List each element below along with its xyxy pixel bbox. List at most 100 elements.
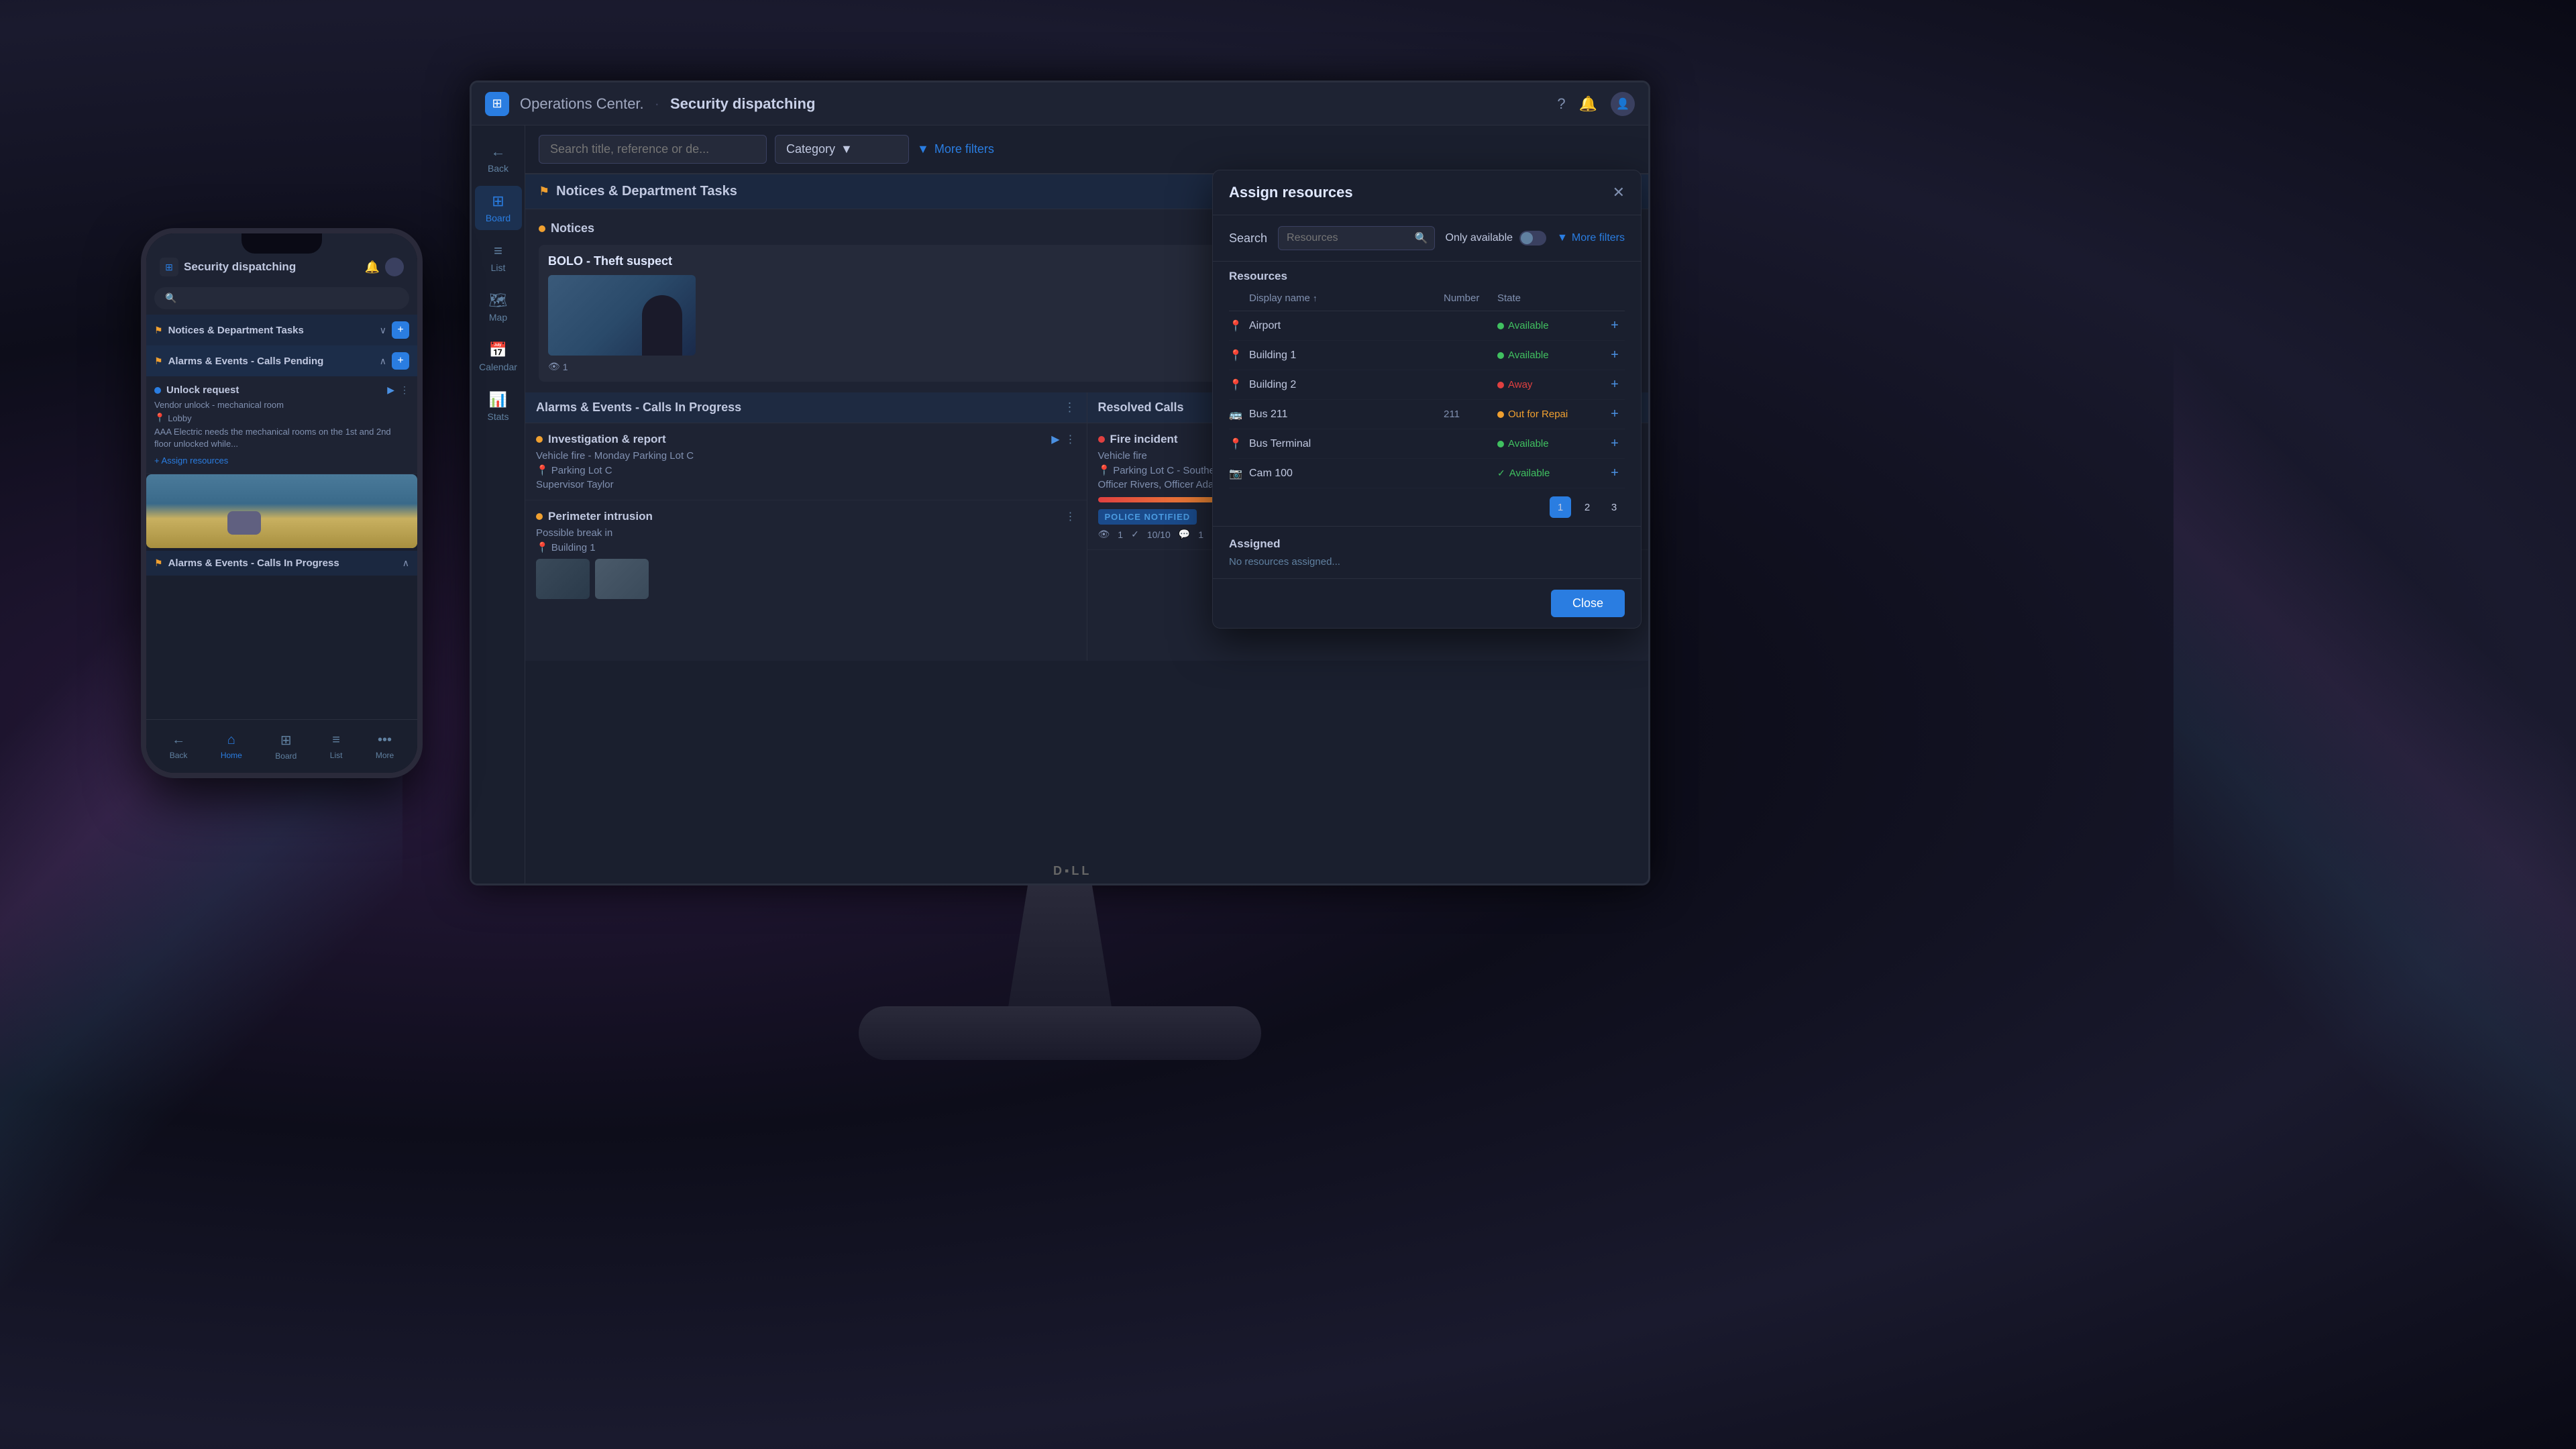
task-kebab[interactable]: ⋮ xyxy=(1065,433,1076,446)
resources-table-header: Display name ↑ Number State xyxy=(1229,286,1625,311)
calendar-icon: 📅 xyxy=(489,341,507,359)
stats-icon: 📊 xyxy=(489,391,507,409)
page-btn-1[interactable]: 1 xyxy=(1550,496,1571,518)
column-header-in-progress: Alarms & Events - Calls In Progress ⋮ xyxy=(525,392,1087,423)
task-card-investigation: Investigation & report ▶ ⋮ Vehicle fire … xyxy=(525,423,1087,500)
resource-add-cam100[interactable]: + xyxy=(1605,466,1625,481)
resource-add-busterminal[interactable]: + xyxy=(1605,436,1625,451)
notices-section-icon: ⚑ xyxy=(539,184,549,199)
back-icon: ← xyxy=(491,143,506,160)
phone-nav-list[interactable]: ≡ List xyxy=(322,727,351,765)
search-input[interactable] xyxy=(539,135,767,164)
lobby-chair xyxy=(227,511,261,535)
search-icon: 🔍 xyxy=(1415,231,1428,245)
assign-search-label: Search xyxy=(1229,231,1267,246)
phone-section-in-progress[interactable]: ⚑ Alarms & Events - Calls In Progress ∧ xyxy=(146,551,417,576)
user-avatar[interactable]: 👤 xyxy=(1611,92,1635,116)
phone-chevron-icon: ∨ xyxy=(380,325,386,336)
board-icon: ⊞ xyxy=(492,193,504,210)
task-perimeter-kebab[interactable]: ⋮ xyxy=(1065,510,1076,523)
state-dot-building2 xyxy=(1497,382,1504,388)
resource-add-building2[interactable]: + xyxy=(1605,377,1625,392)
resource-add-airport[interactable]: + xyxy=(1605,318,1625,333)
comments-icon: 💬 xyxy=(1179,529,1190,540)
toggle-knob xyxy=(1521,232,1533,244)
views-icon: 👁 xyxy=(1098,529,1110,540)
perimeter-thumb-2 xyxy=(595,559,649,599)
resource-add-building1[interactable]: + xyxy=(1605,347,1625,363)
task-investigation-sub: Vehicle fire - Monday Parking Lot C xyxy=(536,450,1076,462)
state-dot-building1 xyxy=(1497,352,1504,359)
more-filters-button[interactable]: ▼ More filters xyxy=(917,142,994,156)
assign-more-filters-button[interactable]: ▼ More filters xyxy=(1557,232,1625,244)
chevron-down-icon: ▼ xyxy=(841,142,853,156)
page-btn-3[interactable]: 3 xyxy=(1603,496,1625,518)
sidebar-item-stats[interactable]: 📊 Stats xyxy=(475,384,522,429)
phone-notices-title: Notices & Department Tasks xyxy=(168,325,374,336)
phone-task-kebab[interactable]: ⋮ xyxy=(400,384,409,396)
location-icon-building2: 📍 xyxy=(1229,378,1249,392)
phone-section-calls-pending[interactable]: ⚑ Alarms & Events - Calls Pending ∧ + xyxy=(146,345,417,376)
sidebar-back-label: Back xyxy=(488,163,508,174)
app-titlebar: ⊞ Operations Center. · Security dispatch… xyxy=(472,83,1648,125)
phone-nav-board[interactable]: ⊞ Board xyxy=(267,727,305,766)
phone-section-notices[interactable]: ⚑ Notices & Department Tasks ∨ + xyxy=(146,315,417,345)
phone-task-play-icon[interactable]: ▶ xyxy=(387,384,394,396)
task-card-perimeter: Perimeter intrusion ⋮ Possible break in … xyxy=(525,500,1087,608)
phone-task-dot xyxy=(154,387,161,394)
resource-add-bus211[interactable]: + xyxy=(1605,407,1625,422)
col-display-name[interactable]: Display name ↑ xyxy=(1249,292,1444,304)
resources-section-label: Resources xyxy=(1229,262,1625,286)
phone-calls-icon: ⚑ xyxy=(154,356,163,367)
bell-icon[interactable]: 🔔 xyxy=(1579,95,1597,113)
resource-state-airport: Available xyxy=(1497,320,1605,331)
resource-name-building2: Building 2 xyxy=(1249,379,1444,391)
phone-nav-more[interactable]: ••• More xyxy=(368,727,402,765)
column-title-in-progress: Alarms & Events - Calls In Progress xyxy=(536,400,1064,415)
sidebar-item-list[interactable]: ≡ List xyxy=(475,235,522,280)
phone-more-label: More xyxy=(376,751,394,760)
assign-resources-panel: Assign resources ✕ Search 🔍 Only availab… xyxy=(1212,170,1642,629)
phone-app-icon: ⊞ xyxy=(160,258,178,276)
column-kebab-in-progress[interactable]: ⋮ xyxy=(1064,400,1076,415)
resource-row-bus211: 🚌 Bus 211 211 Out for Repai + xyxy=(1229,400,1625,429)
phone-task-header: Unlock request ▶ ⋮ xyxy=(154,384,409,396)
resource-name-cam100: Cam 100 xyxy=(1249,468,1444,480)
phone-nav-home[interactable]: ⌂ Home xyxy=(213,727,250,765)
location-icon-fire: 📍 xyxy=(1098,464,1111,476)
sidebar-item-map[interactable]: 🗺 Map xyxy=(475,285,522,329)
assign-close-button[interactable]: ✕ xyxy=(1613,184,1625,201)
phone-notices-icon: ⚑ xyxy=(154,325,163,336)
sidebar-item-back[interactable]: ← Back xyxy=(475,136,522,180)
close-button[interactable]: Close xyxy=(1551,590,1625,617)
resources-table: Resources Display name ↑ Number State 📍 … xyxy=(1213,262,1641,488)
task-dot-fire xyxy=(1098,436,1105,443)
resource-name-building1: Building 1 xyxy=(1249,350,1444,362)
task-investigation-title: Investigation & report xyxy=(548,433,1046,446)
location-icon-airport: 📍 xyxy=(1229,319,1249,333)
only-available-toggle[interactable] xyxy=(1519,231,1546,246)
task-play-icon[interactable]: ▶ xyxy=(1051,433,1059,446)
help-icon[interactable]: ? xyxy=(1557,95,1565,113)
assign-panel-header: Assign resources ✕ xyxy=(1213,170,1641,215)
state-dot-airport xyxy=(1497,323,1504,329)
sidebar-item-calendar[interactable]: 📅 Calendar xyxy=(475,335,522,379)
phone-calls-title: Alarms & Events - Calls Pending xyxy=(168,356,374,367)
titlebar-actions: ? 🔔 👤 xyxy=(1557,92,1635,116)
phone-in-progress-icon: ⚑ xyxy=(154,557,163,569)
phone-add-calls-button[interactable]: + xyxy=(392,352,409,370)
monitor-screen: ⊞ Operations Center. · Security dispatch… xyxy=(470,80,1650,885)
category-select[interactable]: Category ▼ xyxy=(775,135,909,164)
phone-avatar[interactable] xyxy=(385,258,404,276)
phone-nav-back[interactable]: ← Back xyxy=(162,727,196,765)
task-investigation-location: 📍 Parking Lot C xyxy=(536,464,1076,476)
phone-add-notices-button[interactable]: + xyxy=(392,321,409,339)
app-name: Operations Center. xyxy=(520,95,644,113)
phone-location-icon: 📍 xyxy=(154,413,165,423)
phone-assign-resources-button[interactable]: + Assign resources xyxy=(154,455,409,466)
monitor-stand xyxy=(1006,885,1114,1020)
phone-bell-icon[interactable]: 🔔 xyxy=(365,260,380,274)
sidebar-item-board[interactable]: ⊞ Board xyxy=(475,186,522,230)
page-btn-2[interactable]: 2 xyxy=(1576,496,1598,518)
assign-search-input[interactable] xyxy=(1278,226,1434,250)
